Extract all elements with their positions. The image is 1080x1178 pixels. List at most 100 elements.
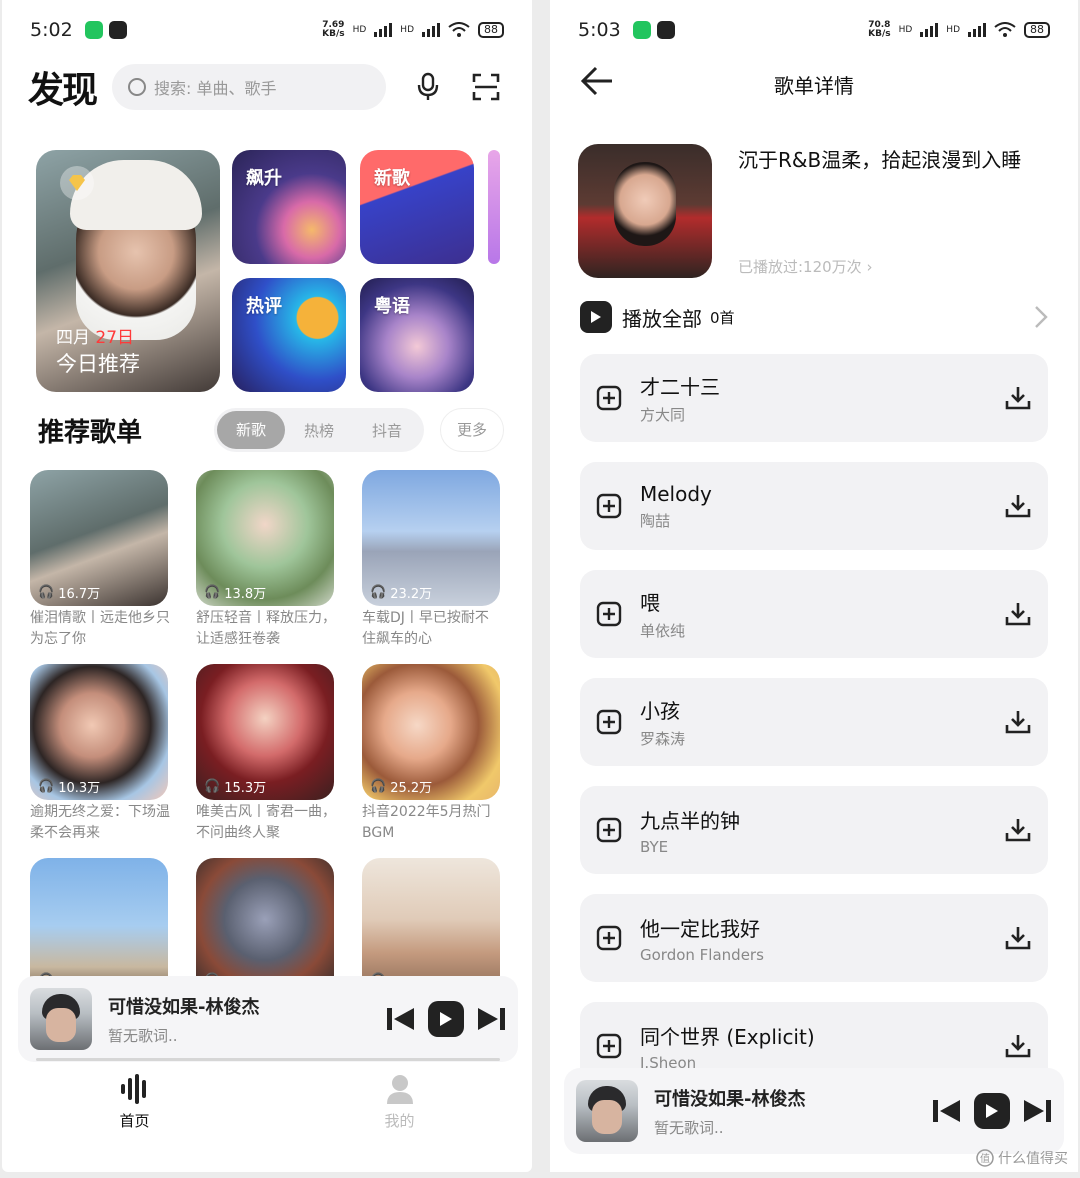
previous-button[interactable] <box>386 1006 416 1032</box>
playlist-card[interactable]: 🎧10.4万 <box>196 858 336 994</box>
song-row[interactable]: 才二十三 方大同 <box>580 354 1048 442</box>
now-playing-title: 可惜没如果-林俊杰 <box>108 996 260 1018</box>
chart-tile-cantonese[interactable]: 粤语 <box>360 278 474 392</box>
song-count: 0首 <box>710 308 735 327</box>
playlist-card[interactable]: 🎧 13.8万 舒压轻音丨释放压力，让适感狂卷袭 <box>196 470 336 650</box>
add-icon[interactable] <box>596 601 622 627</box>
section-title: 推荐歌单 <box>38 418 143 448</box>
scan-button[interactable] <box>470 71 502 103</box>
download-icon[interactable] <box>1004 925 1032 951</box>
add-icon[interactable] <box>596 817 622 843</box>
headphones-icon: 🎧 <box>370 585 387 600</box>
back-arrow-icon[interactable] <box>580 66 614 96</box>
playlist-title: 车载DJ丨早已按耐不住飙车的心 <box>362 610 489 647</box>
banner-label: 今日推荐 <box>56 352 140 376</box>
playlist-title: 逾期无终之爱：下场温柔不会再来 <box>30 804 170 841</box>
watermark-logo-icon: 值 <box>976 1149 994 1167</box>
daily-recommend-banner[interactable]: 四月 27日 今日推荐 <box>36 150 220 392</box>
playlist-cover: 🎧 25.2万 <box>362 664 500 800</box>
tab-hot[interactable]: 热榜 <box>285 420 353 441</box>
next-button[interactable] <box>476 1006 506 1032</box>
wifi-icon <box>994 22 1016 37</box>
playlist-card[interactable]: 🎧 23.2万 车载DJ丨早已按耐不住飙车的心 <box>362 470 502 650</box>
previous-button[interactable] <box>932 1098 962 1124</box>
play-button[interactable] <box>974 1093 1010 1129</box>
play-icon <box>440 1012 452 1026</box>
next-button[interactable] <box>1022 1098 1052 1124</box>
playlist-cover: 🎧 13.8万 <box>196 470 334 606</box>
nav-home[interactable]: 首页 <box>2 1074 267 1144</box>
download-icon[interactable] <box>1004 817 1032 843</box>
playlist-card[interactable]: 🎧 15.3万 唯美古风丨寄君一曲，不问曲终人聚 <box>196 664 336 844</box>
playlist-detail-screen: 5:03 70.8 KB/s HD HD 88 歌单详情 沉于R&B温柔，拾起浪漫… <box>550 0 1078 1172</box>
download-icon[interactable] <box>1004 493 1032 519</box>
chart-tile-rising[interactable]: 飙升 <box>232 150 346 264</box>
play-all-row[interactable]: 播放全部 0首 <box>580 300 1048 334</box>
download-icon[interactable] <box>1004 1033 1032 1059</box>
discover-screen: 5:02 7.69 KB/s HD HD 88 发现 搜索: 单曲、歌手 四月 … <box>2 0 532 1172</box>
song-row[interactable]: 小孩 罗森涛 <box>580 678 1048 766</box>
now-playing-cover <box>576 1080 638 1142</box>
add-icon[interactable] <box>596 709 622 735</box>
song-row[interactable]: 他一定比我好 Gordon Flanders <box>580 894 1048 982</box>
now-playing-lyric: 暂无歌词.. <box>108 1026 178 1045</box>
nav-mine[interactable]: 我的 <box>267 1074 532 1144</box>
playlist-cover: 🎧 15.3万 <box>196 664 334 800</box>
download-icon[interactable] <box>1004 601 1032 627</box>
chevron-right-icon: › <box>866 258 873 276</box>
song-name: 小孩 <box>640 699 680 723</box>
now-playing-lyric: 暂无歌词.. <box>654 1118 724 1137</box>
mini-player[interactable]: 可惜没如果-林俊杰 暂无歌词.. <box>564 1068 1064 1154</box>
app-notification-icon <box>656 21 675 39</box>
hd-label-2: HD <box>946 25 960 35</box>
now-playing-title: 可惜没如果-林俊杰 <box>654 1088 806 1110</box>
play-all-button[interactable] <box>580 301 612 333</box>
headphones-icon: 🎧 <box>370 779 387 794</box>
now-playing-cover <box>30 988 92 1050</box>
playlist-title: 催泪情歌丨远走他乡只为忘了你 <box>30 610 170 647</box>
playlist-card[interactable]: 🎧12.8万 <box>30 858 170 994</box>
playback-progress[interactable] <box>36 1058 500 1061</box>
signal-icon-2 <box>422 23 440 37</box>
download-icon[interactable] <box>1004 385 1032 411</box>
playlist-card[interactable]: 🎧 16.7万 催泪情歌丨远走他乡只为忘了你 <box>30 470 170 650</box>
song-name: 同个世界 (Explicit) <box>640 1024 815 1049</box>
playlist-card[interactable]: 🎧 25.2万 抖音2022年5月热门BGM <box>362 664 502 844</box>
add-icon[interactable] <box>596 1033 622 1059</box>
tab-douyin[interactable]: 抖音 <box>353 420 421 441</box>
microphone-button[interactable] <box>412 71 444 103</box>
playlist-card[interactable]: 🎧 10.3万 逾期无终之爱：下场温柔不会再来 <box>30 664 170 844</box>
add-icon[interactable] <box>596 385 622 411</box>
chevron-right-icon[interactable] <box>1034 305 1048 329</box>
chart-tile-new[interactable]: 新歌 <box>360 150 474 264</box>
banner-artwork-hat <box>70 160 202 230</box>
play-button[interactable] <box>428 1001 464 1037</box>
download-icon[interactable] <box>1004 709 1032 735</box>
more-button[interactable]: 更多 <box>440 408 504 452</box>
status-bar: 5:03 70.8 KB/s HD HD 88 <box>550 0 1078 60</box>
home-waveform-icon <box>120 1074 146 1104</box>
chart-tile-partial[interactable] <box>488 150 500 264</box>
wechat-icon <box>632 21 651 39</box>
playlist-play-count[interactable]: 已播放过:120万次 › <box>738 256 872 277</box>
tab-new[interactable]: 新歌 <box>217 411 285 449</box>
play-all-label: 播放全部 <box>622 306 702 331</box>
mini-player[interactable]: 可惜没如果-林俊杰 暂无歌词.. <box>18 976 518 1062</box>
network-speed: 70.8 KB/s <box>868 20 891 39</box>
search-input[interactable]: 搜索: 单曲、歌手 <box>112 64 387 110</box>
status-time: 5:02 <box>30 19 73 41</box>
song-name: Melody <box>640 481 712 506</box>
play-count: 🎧 10.3万 <box>38 779 101 796</box>
playlist-title: 唯美古风丨寄君一曲，不问曲终人聚 <box>196 804 336 841</box>
song-row[interactable]: Melody 陶喆 <box>580 462 1048 550</box>
playlist-cover: 🎧12.3万 <box>362 858 500 994</box>
scan-icon <box>472 73 500 101</box>
song-row[interactable]: 九点半的钟 BYE <box>580 786 1048 874</box>
headphones-icon: 🎧 <box>204 779 221 794</box>
chart-tile-hot-comments[interactable]: 热评 <box>232 278 346 392</box>
playlist-card[interactable]: 🎧12.3万 <box>362 858 502 994</box>
add-icon[interactable] <box>596 925 622 951</box>
song-artist: 方大同 <box>640 406 686 424</box>
song-row[interactable]: 喂单依纯 <box>580 570 1048 658</box>
add-icon[interactable] <box>596 493 622 519</box>
